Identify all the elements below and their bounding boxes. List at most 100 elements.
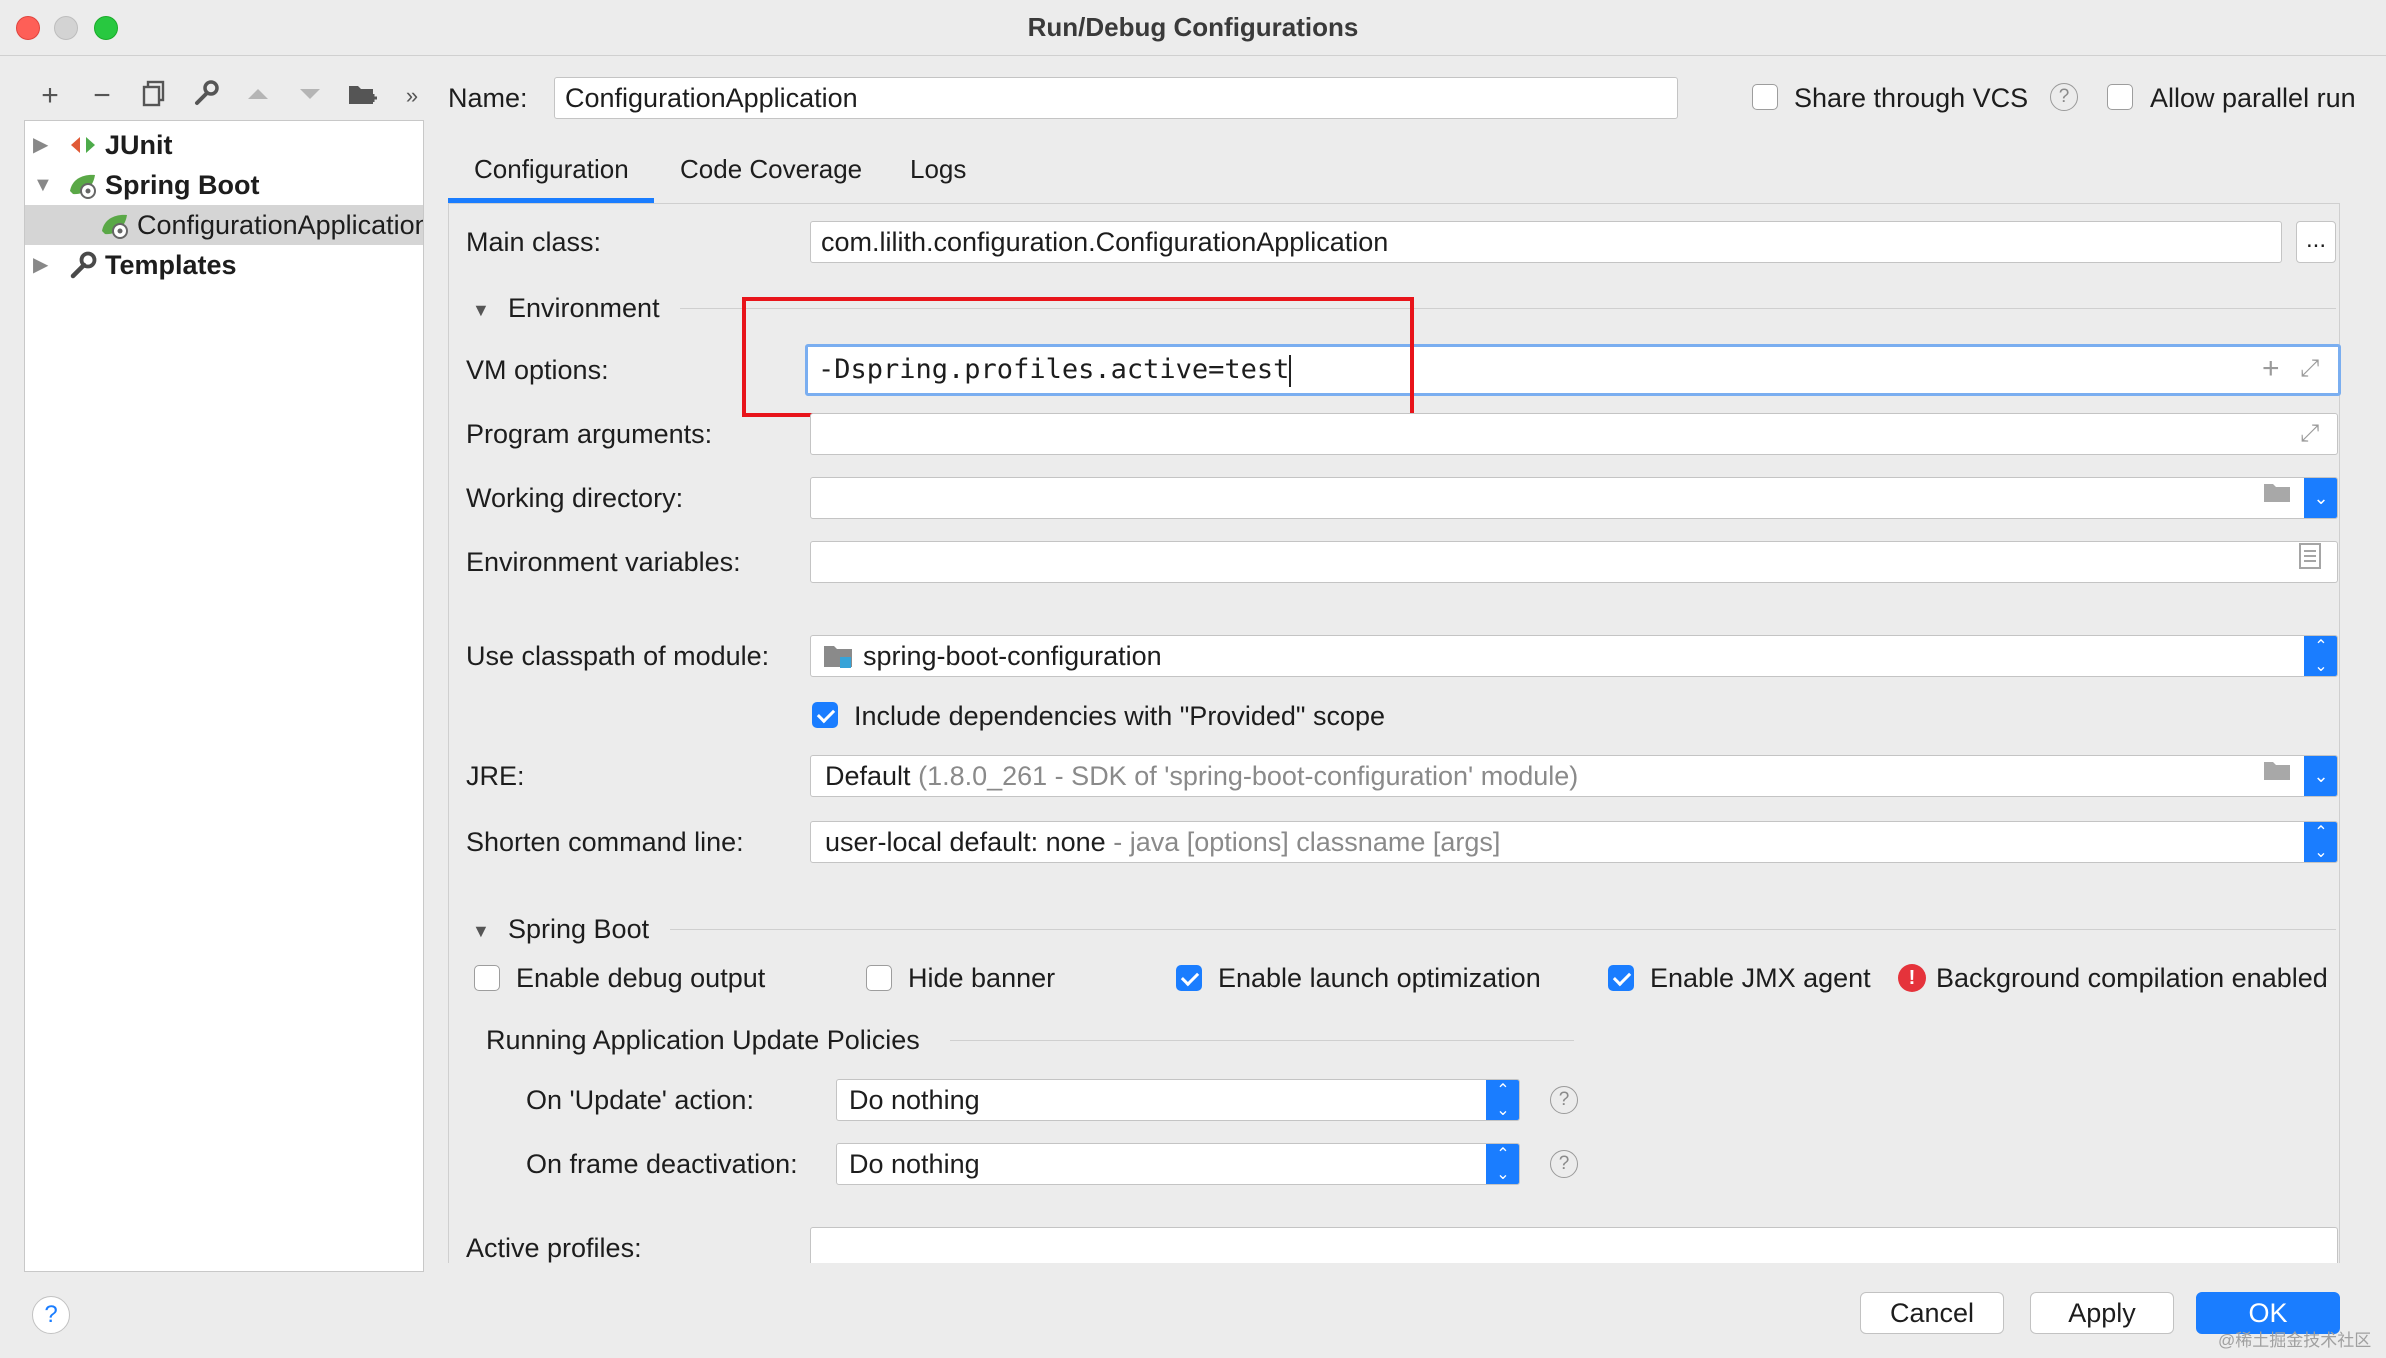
environment-variables-label: Environment variables: [466, 547, 741, 577]
environment-variables-field[interactable] [810, 541, 2338, 583]
collapsed-arrow-icon[interactable]: ▶ [33, 125, 48, 165]
error-icon: ! [1898, 964, 1926, 992]
tree-item-label: Templates [105, 250, 237, 280]
enable-launch-optimization-checkbox[interactable] [1176, 965, 1202, 991]
shorten-command-line-value: user-local default: none [825, 827, 1106, 857]
vm-options-label: VM options: [466, 355, 609, 385]
enable-jmx-agent-checkbox[interactable] [1608, 965, 1634, 991]
shorten-command-line-select[interactable]: user-local default: none - java [options… [810, 821, 2338, 863]
tree-item-spring-boot[interactable]: ▼ Spring Boot [25, 165, 423, 205]
hide-banner-label: Hide banner [908, 963, 1056, 993]
document-icon[interactable] [2298, 542, 2322, 583]
folder-icon[interactable] [2262, 756, 2292, 796]
active-profiles-field[interactable] [810, 1227, 2338, 1263]
tree-item-label: Spring Boot [105, 170, 260, 200]
update-policies-label: Running Application Update Policies [486, 1025, 920, 1055]
expand-icon[interactable]: ⤢ [2300, 349, 2319, 389]
shorten-command-line-detail: - java [options] classname [args] [1113, 827, 1501, 857]
allow-parallel-label: Allow parallel run [2150, 83, 2356, 113]
spring-boot-run-icon [99, 209, 131, 241]
main-class-label: Main class: [466, 227, 602, 257]
expand-icon[interactable]: ⤢ [2300, 414, 2319, 454]
on-update-action-value: Do nothing [849, 1085, 980, 1115]
updown-chevron-icon[interactable]: ⌃ ⌄ [1486, 1080, 1519, 1120]
working-directory-field[interactable]: ⌄ [810, 477, 2338, 519]
tab-code-coverage[interactable]: Code Coverage [680, 152, 862, 186]
section-expanded-icon[interactable]: ▼ [472, 921, 490, 942]
help-button[interactable]: ? [32, 1296, 70, 1334]
window-title: Run/Debug Configurations [1027, 12, 1359, 42]
on-frame-deactivation-value: Do nothing [849, 1149, 980, 1179]
remove-icon[interactable]: − [84, 78, 120, 114]
section-expanded-icon[interactable]: ▼ [472, 300, 490, 321]
help-icon[interactable]: ? [1550, 1086, 1578, 1114]
jre-select[interactable]: Default (1.8.0_261 - SDK of 'spring-boot… [810, 755, 2338, 797]
share-vcs-label: Share through VCS [1794, 83, 2029, 113]
jre-value: Default [825, 761, 911, 791]
highlight-annotation [742, 297, 1414, 417]
chevron-down-icon[interactable]: ⌄ [2304, 756, 2337, 796]
main-class-field[interactable]: com.lilith.configuration.ConfigurationAp… [810, 221, 2282, 263]
junit-icon [67, 129, 99, 161]
tab-configuration[interactable]: Configuration [474, 152, 629, 186]
updown-chevron-icon[interactable]: ⌃ ⌄ [2304, 822, 2337, 862]
on-frame-deactivation-select[interactable]: Do nothing ⌃ ⌄ [836, 1143, 1520, 1185]
enable-launch-optimization-label: Enable launch optimization [1218, 963, 1541, 993]
on-frame-deactivation-label: On frame deactivation: [526, 1149, 798, 1179]
program-arguments-label: Program arguments: [466, 419, 713, 449]
working-directory-label: Working directory: [466, 483, 684, 513]
tree-item-label: JUnit [105, 130, 173, 160]
add-icon[interactable]: + [2262, 349, 2280, 389]
enable-jmx-agent-label: Enable JMX agent [1650, 963, 1871, 993]
shorten-command-line-label: Shorten command line: [466, 827, 744, 857]
background-compilation-label: Background compilation enabled [1936, 963, 2328, 993]
active-profiles-label: Active profiles: [466, 1233, 642, 1263]
expanded-arrow-icon[interactable]: ▼ [33, 165, 53, 205]
wrench-icon[interactable] [188, 78, 224, 114]
share-vcs-checkbox[interactable] [1752, 84, 1778, 110]
tree-item-templates[interactable]: ▶ Templates [25, 245, 423, 285]
classpath-module-label: Use classpath of module: [466, 641, 770, 671]
apply-button[interactable]: Apply [2030, 1292, 2174, 1334]
configuration-tree[interactable]: ▶ JUnit ▼ Spring Boot ConfigurationAppli… [24, 120, 424, 1272]
browse-main-class-button[interactable]: ... [2296, 221, 2336, 263]
chevron-down-icon[interactable]: ⌄ [2304, 478, 2337, 518]
name-field[interactable]: ConfigurationApplication [554, 77, 1678, 119]
enable-debug-output-checkbox[interactable] [474, 965, 500, 991]
classpath-module-value: spring-boot-configuration [863, 641, 1162, 671]
more-actions-icon[interactable]: » [394, 78, 430, 114]
move-down-icon[interactable] [292, 78, 328, 114]
cancel-button[interactable]: Cancel [1860, 1292, 2004, 1334]
enable-debug-output-label: Enable debug output [516, 963, 766, 993]
wrench-icon [67, 249, 99, 281]
updown-chevron-icon[interactable]: ⌃ ⌄ [2304, 636, 2337, 676]
hide-banner-checkbox[interactable] [866, 965, 892, 991]
help-icon[interactable]: ? [1550, 1150, 1578, 1178]
environment-section-label[interactable]: Environment [508, 291, 660, 325]
add-icon[interactable]: + [32, 78, 68, 114]
help-icon[interactable]: ? [2050, 83, 2078, 111]
copy-icon[interactable] [136, 78, 172, 114]
new-folder-icon[interactable] [344, 78, 380, 114]
watermark: @稀土掘金技术社区 [2218, 1331, 2372, 1350]
tree-item-junit[interactable]: ▶ JUnit [25, 125, 423, 165]
classpath-module-select[interactable]: spring-boot-configuration ⌃ ⌄ [810, 635, 2338, 677]
tree-item-configuration-application[interactable]: ConfigurationApplication [25, 205, 423, 245]
include-dependencies-label: Include dependencies with "Provided" sco… [854, 701, 1386, 731]
include-dependencies-checkbox[interactable] [812, 702, 838, 728]
on-update-action-label: On 'Update' action: [526, 1085, 754, 1115]
section-separator [950, 1040, 1574, 1041]
move-up-icon[interactable] [240, 78, 276, 114]
spring-boot-section-label[interactable]: Spring Boot [508, 912, 649, 946]
jre-label: JRE: [466, 761, 525, 791]
section-separator [670, 929, 2336, 930]
tab-logs[interactable]: Logs [910, 152, 966, 186]
folder-icon[interactable] [2262, 478, 2292, 518]
collapsed-arrow-icon[interactable]: ▶ [33, 245, 48, 285]
program-arguments-field[interactable] [810, 413, 2338, 455]
title-bar: Run/Debug Configurations [0, 0, 2386, 56]
allow-parallel-checkbox[interactable] [2107, 84, 2133, 110]
module-icon [822, 641, 854, 678]
updown-chevron-icon[interactable]: ⌃ ⌄ [1486, 1144, 1519, 1184]
on-update-action-select[interactable]: Do nothing ⌃ ⌄ [836, 1079, 1520, 1121]
